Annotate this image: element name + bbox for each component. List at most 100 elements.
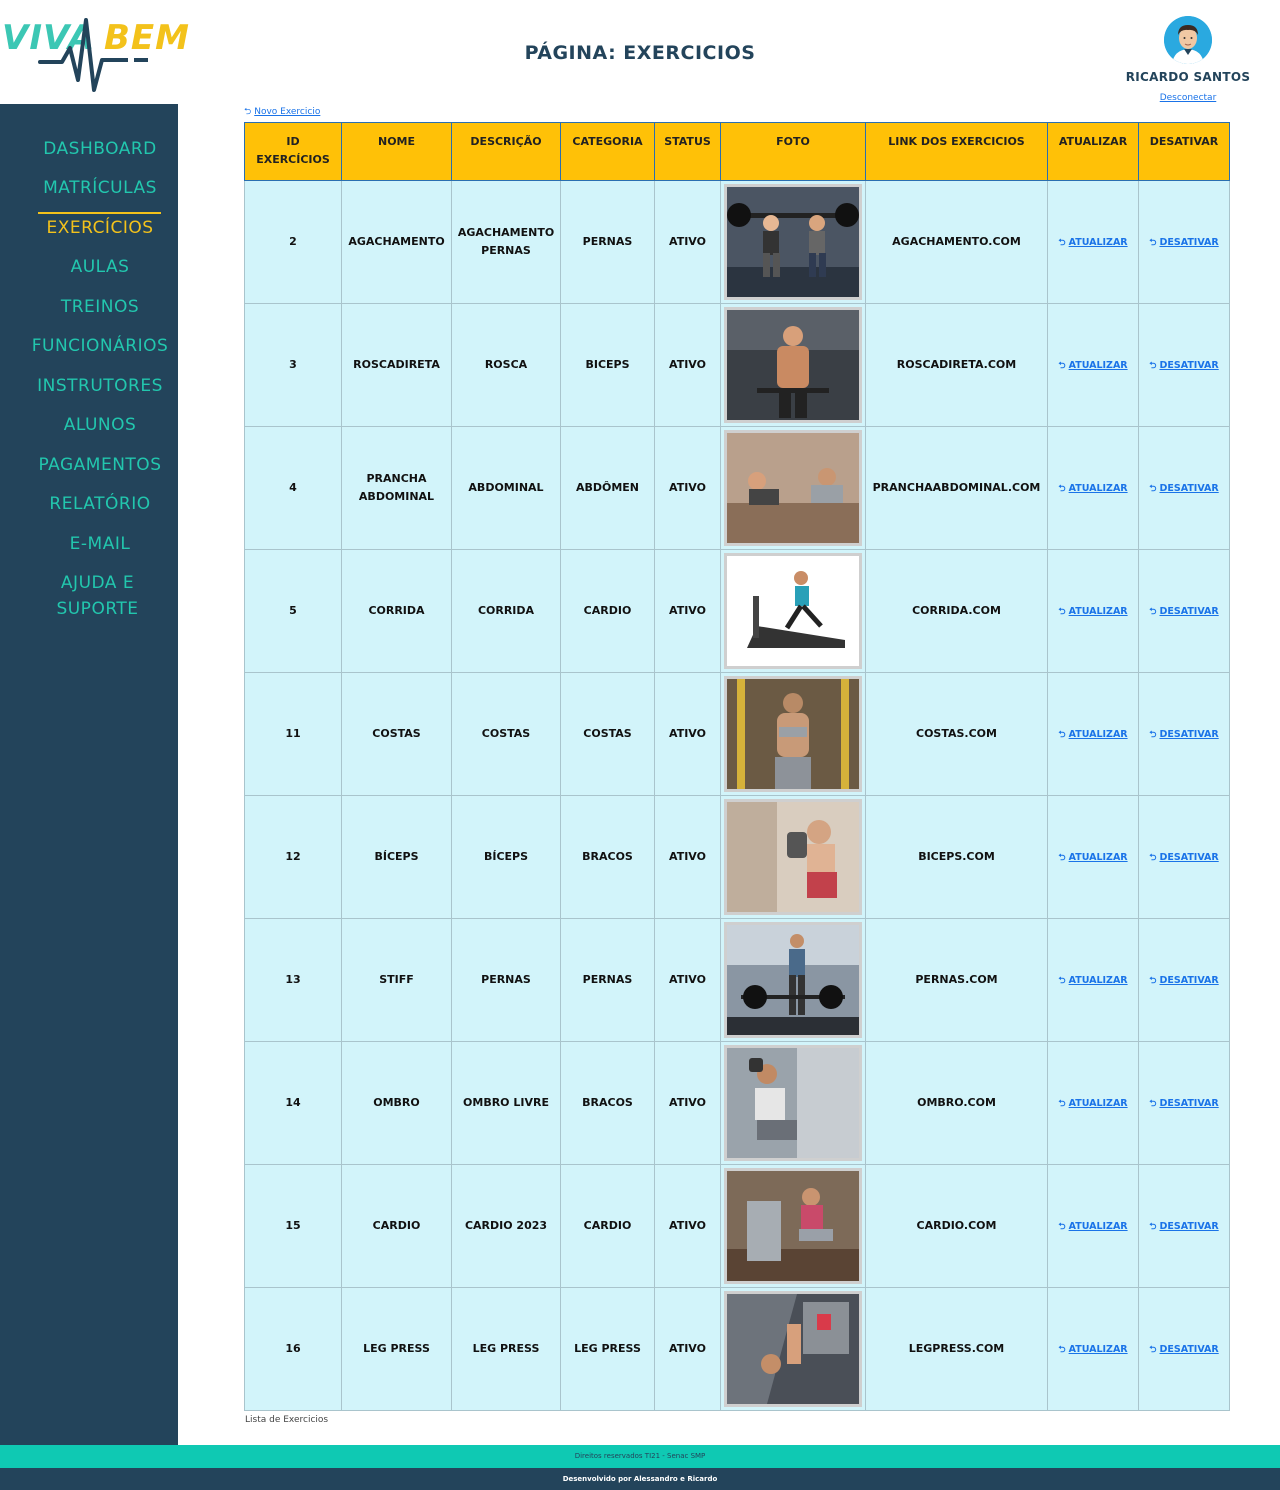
exercise-photo <box>724 307 862 423</box>
deactivate-link[interactable]: ⮌ DESATIVAR <box>1149 729 1218 740</box>
deactivate-link[interactable]: ⮌ DESATIVAR <box>1149 360 1218 371</box>
cell-link[interactable]: BICEPS.COM <box>865 795 1048 919</box>
deactivate-link[interactable]: ⮌ DESATIVAR <box>1149 1344 1218 1355</box>
return-arrow-icon: ⮌ <box>1149 729 1157 740</box>
cell-photo <box>720 426 866 550</box>
cell-category: PERNAS <box>560 918 655 1042</box>
cell-link[interactable]: PRANCHAABDOMINAL.COM <box>865 426 1048 550</box>
return-arrow-icon: ⮌ <box>1058 852 1066 863</box>
return-arrow-icon: ⮌ <box>1058 1221 1066 1232</box>
col-header-status: STATUS <box>654 122 721 181</box>
update-link[interactable]: ⮌ ATUALIZAR <box>1058 360 1127 371</box>
cell-deactivate: ⮌ DESATIVAR <box>1138 795 1230 919</box>
deactivate-link[interactable]: ⮌ DESATIVAR <box>1149 852 1218 863</box>
sidebar-item-funcionarios[interactable]: FUNCIONÁRIOS <box>0 333 200 359</box>
cell-deactivate: ⮌ DESATIVAR <box>1138 303 1230 427</box>
sidebar-item-aulas[interactable]: AULAS <box>0 254 200 280</box>
deactivate-link[interactable]: ⮌ DESATIVAR <box>1149 483 1218 494</box>
cell-status: ATIVO <box>654 1041 721 1165</box>
col-header-foto: FOTO <box>720 122 866 181</box>
deactivate-link[interactable]: ⮌ DESATIVAR <box>1149 975 1218 986</box>
cell-link[interactable]: ROSCADIRETA.COM <box>865 303 1048 427</box>
cell-id: 12 <box>244 795 342 919</box>
table-row: 4 PRANCHA ABDOMINAL ABDOMINAL ABDÔMEN AT… <box>244 426 1230 550</box>
cell-status: ATIVO <box>654 549 721 673</box>
deactivate-link[interactable]: ⮌ DESATIVAR <box>1149 1098 1218 1109</box>
sidebar-item-email[interactable]: E-MAIL <box>0 531 200 557</box>
new-exercise-label: Novo Exercicio <box>254 107 321 117</box>
cell-id: 16 <box>244 1287 342 1411</box>
active-indicator <box>38 212 161 214</box>
cell-name: OMBRO <box>341 1041 452 1165</box>
cell-name: AGACHAMENTO <box>341 180 452 304</box>
sidebar-item-matriculas[interactable]: MATRÍCULAS <box>0 175 200 201</box>
cell-id: 2 <box>244 180 342 304</box>
update-link[interactable]: ⮌ ATUALIZAR <box>1058 729 1127 740</box>
update-link[interactable]: ⮌ ATUALIZAR <box>1058 483 1127 494</box>
footer-rights: Direitos reservados TI21 - Senac SMP <box>0 1445 1280 1468</box>
return-arrow-icon: ⮌ <box>1058 975 1066 986</box>
update-label: ATUALIZAR <box>1068 1097 1128 1109</box>
update-link[interactable]: ⮌ ATUALIZAR <box>1058 1221 1127 1232</box>
cell-photo <box>720 1164 866 1288</box>
sidebar-item-treinos[interactable]: TREINOS <box>0 294 200 320</box>
sidebar-item-dashboard[interactable]: DASHBOARD <box>0 136 200 162</box>
table-row: 11 COSTAS COSTAS COSTAS ATIVO COSTAS.COM… <box>244 672 1230 796</box>
cell-photo <box>720 180 866 304</box>
return-arrow-icon: ⮌ <box>1058 606 1066 617</box>
update-link[interactable]: ⮌ ATUALIZAR <box>1058 852 1127 863</box>
footer-credits: Desenvolvido por Alessandro e Ricardo <box>0 1468 1280 1490</box>
cell-link[interactable]: COSTAS.COM <box>865 672 1048 796</box>
sidebar-item-relatorio[interactable]: RELATÓRIO <box>0 491 200 517</box>
cell-name: LEG PRESS <box>341 1287 452 1411</box>
cell-id: 4 <box>244 426 342 550</box>
exercise-photo <box>724 1168 862 1284</box>
deactivate-link[interactable]: ⮌ DESATIVAR <box>1149 606 1218 617</box>
logout-link[interactable]: Desconectar <box>1160 93 1217 103</box>
return-arrow-icon: ⮌ <box>1149 360 1157 371</box>
sidebar-item-instrutores[interactable]: INSTRUTORES <box>0 373 200 399</box>
deactivate-label: DESATIVAR <box>1159 359 1219 371</box>
cell-category: COSTAS <box>560 672 655 796</box>
sidebar-item-pagamentos[interactable]: PAGAMENTOS <box>0 452 200 478</box>
sidebar-item-ajuda-suporte[interactable]: AJUDA E SUPORTE <box>40 570 155 622</box>
cell-update: ⮌ ATUALIZAR <box>1047 795 1139 919</box>
update-link[interactable]: ⮌ ATUALIZAR <box>1058 606 1127 617</box>
update-link[interactable]: ⮌ ATUALIZAR <box>1058 237 1127 248</box>
cell-update: ⮌ ATUALIZAR <box>1047 180 1139 304</box>
return-arrow-icon: ⮌ <box>1058 237 1066 248</box>
cell-photo <box>720 303 866 427</box>
cell-link[interactable]: CORRIDA.COM <box>865 549 1048 673</box>
cell-link[interactable]: LEGPRESS.COM <box>865 1287 1048 1411</box>
cell-description: BÍCEPS <box>451 795 561 919</box>
cell-update: ⮌ ATUALIZAR <box>1047 549 1139 673</box>
return-arrow-icon: ⮌ <box>1149 606 1157 617</box>
update-link[interactable]: ⮌ ATUALIZAR <box>1058 975 1127 986</box>
cell-name: ROSCADIRETA <box>341 303 452 427</box>
cell-link[interactable]: CARDIO.COM <box>865 1164 1048 1288</box>
sidebar-item-exercicios[interactable]: EXERCÍCIOS <box>0 215 200 241</box>
exercise-photo <box>724 676 862 792</box>
cell-link[interactable]: AGACHAMENTO.COM <box>865 180 1048 304</box>
deactivate-link[interactable]: ⮌ DESATIVAR <box>1149 237 1218 248</box>
update-label: ATUALIZAR <box>1068 728 1128 740</box>
new-exercise-link[interactable]: ⮌ Novo Exercicio <box>244 104 320 120</box>
user-avatar-icon[interactable] <box>1164 16 1212 64</box>
cell-deactivate: ⮌ DESATIVAR <box>1138 180 1230 304</box>
deactivate-link[interactable]: ⮌ DESATIVAR <box>1149 1221 1218 1232</box>
update-link[interactable]: ⮌ ATUALIZAR <box>1058 1344 1127 1355</box>
table-row: 3 ROSCADIRETA ROSCA BICEPS ATIVO ROSCADI… <box>244 303 1230 427</box>
cell-link[interactable]: PERNAS.COM <box>865 918 1048 1042</box>
table-row: 12 BÍCEPS BÍCEPS BRACOS ATIVO BICEPS.COM… <box>244 795 1230 919</box>
update-label: ATUALIZAR <box>1068 236 1128 248</box>
user-name: RICARDO SANTOS <box>1125 70 1251 84</box>
cell-link[interactable]: OMBRO.COM <box>865 1041 1048 1165</box>
cell-id: 13 <box>244 918 342 1042</box>
update-link[interactable]: ⮌ ATUALIZAR <box>1058 1098 1127 1109</box>
cell-status: ATIVO <box>654 180 721 304</box>
update-label: ATUALIZAR <box>1068 605 1128 617</box>
sidebar: DASHBOARD MATRÍCULAS EXERCÍCIOS AULAS TR… <box>0 104 178 1445</box>
logo[interactable]: VIVA BEM <box>0 14 190 98</box>
cell-photo <box>720 672 866 796</box>
sidebar-item-alunos[interactable]: ALUNOS <box>0 412 200 438</box>
